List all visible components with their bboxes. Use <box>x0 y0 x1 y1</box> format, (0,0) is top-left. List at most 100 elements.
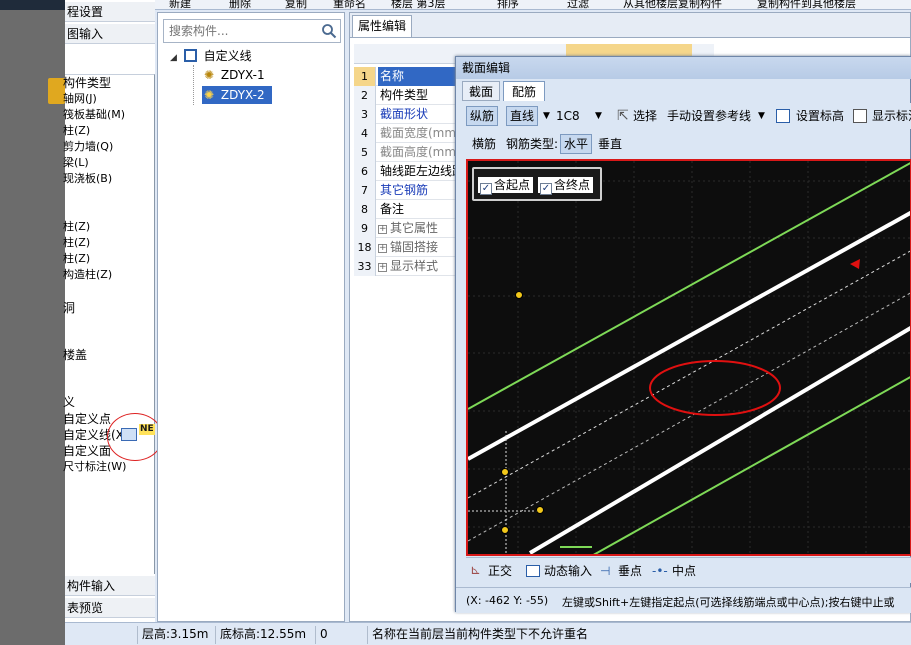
tab-rebar[interactable]: 配筋 <box>503 81 545 101</box>
tree-item[interactable]: 柱(Z) <box>63 124 90 138</box>
property-name-text: 截面形状 <box>380 107 429 121</box>
component-input-header[interactable]: 构件输入 <box>65 576 155 596</box>
sort-button[interactable]: 排序 <box>497 0 519 9</box>
property-row[interactable]: 4 截面宽度(mm) <box>354 124 464 143</box>
collapse-icon[interactable]: ◢ <box>170 53 177 63</box>
property-row-number: 33 <box>354 257 376 276</box>
rebar-spec-select[interactable]: 1C8 <box>556 106 580 126</box>
property-row[interactable]: 8 备注 <box>354 200 464 219</box>
property-row-name: 截面形状 <box>380 105 464 124</box>
floor-select[interactable]: 楼层 第3层 <box>391 0 446 9</box>
copy-from-floor-button[interactable]: 从其他楼层复制构件 <box>623 0 722 9</box>
floor-height: 层高:3.15m <box>137 626 208 644</box>
report-preview-header[interactable]: 表预览 <box>65 598 155 618</box>
chevron-down-icon[interactable]: ▼ <box>758 106 765 126</box>
delete-button[interactable]: 删除 <box>229 0 251 9</box>
dynamic-input-toggle[interactable]: 动态输入 <box>544 562 592 580</box>
property-row[interactable]: 1 名称 <box>354 67 464 86</box>
rename-button[interactable]: 重命名 <box>333 0 366 9</box>
new-button[interactable]: 新建 <box>169 0 191 9</box>
property-row[interactable]: 9 + 其它属性 <box>354 219 464 238</box>
operation-hint: 左键或Shift+左键指定起点(可选择线筋端点或中心点);按右键中止或 <box>562 596 895 609</box>
orthogonal-toggle[interactable]: 正交 <box>488 562 512 580</box>
tree-item[interactable]: 梁(L) <box>63 156 89 170</box>
tree-item[interactable]: 自定义面 <box>63 444 111 458</box>
dynamic-input-icon <box>526 565 540 577</box>
transverse-rebar-button[interactable]: 横筋 <box>472 134 496 154</box>
tree-item[interactable]: 尺寸标注(W) <box>63 460 126 474</box>
dialog-title: 截面编辑 <box>456 57 911 79</box>
white-rebar-lower <box>528 326 910 554</box>
component-tree: 构件类型 轴网(J) 筏板基础(M) 柱(Z) 剪力墙(Q) 梁(L) 现浇板(… <box>63 74 155 574</box>
tree-item[interactable]: 轴网(J) <box>63 92 97 106</box>
chevron-down-icon[interactable]: ▼ <box>543 106 550 126</box>
tab-property-edit[interactable]: 属性编辑 <box>352 15 412 37</box>
annotation-ellipse <box>649 360 781 416</box>
tree-child-zdyx-2[interactable]: ✺ ZDYX-2 <box>202 86 272 104</box>
drawing-canvas[interactable]: ✓ 含起点 ✓ 含终点 <box>466 159 911 556</box>
tree-item[interactable]: 构造柱(Z) <box>63 268 112 282</box>
tree-item[interactable]: 自定义点 <box>63 412 111 426</box>
label-icon <box>853 109 867 123</box>
property-row[interactable]: 7 其它钢筋 <box>354 181 464 200</box>
property-row-name: 其它钢筋 <box>380 181 464 200</box>
grid-lines <box>468 161 910 554</box>
expand-icon[interactable]: + <box>378 263 387 272</box>
property-tab-bar <box>350 13 910 38</box>
property-row[interactable]: 33 + 显示样式 <box>354 257 464 276</box>
tree-item[interactable]: 柱(Z) <box>63 236 90 250</box>
horizontal-button[interactable]: 水平 <box>560 134 593 154</box>
property-row-name: 截面高度(mm) <box>380 143 464 162</box>
left-nav-panel: 程设置 图输入 构件类型 轴网(J) 筏板基础(M) 柱(Z) 剪力墙(Q) 梁… <box>63 0 155 622</box>
tree-item[interactable]: 剪力墙(Q) <box>63 140 113 154</box>
base-elevation: 底标高:12.55m <box>215 626 306 644</box>
property-row[interactable]: 5 截面高度(mm) <box>354 143 464 162</box>
copy-to-floor-button[interactable]: 复制构件到其他楼层 <box>757 0 856 9</box>
tree-child-label: ZDYX-1 <box>220 68 265 82</box>
tree-item[interactable]: 义 <box>63 395 75 409</box>
tree-child-zdyx-1[interactable]: ✺ ZDYX-1 <box>204 66 265 84</box>
filter-button[interactable]: 过滤 <box>567 0 589 9</box>
copy-button[interactable]: 复制 <box>285 0 307 9</box>
tree-item[interactable]: 楼盖 <box>63 348 87 362</box>
longitudinal-rebar-button[interactable]: 纵筋 <box>466 106 499 126</box>
property-row[interactable]: 18 + 锚固搭接 <box>354 238 464 257</box>
chevron-down-icon[interactable]: ▼ <box>595 106 602 126</box>
tree-item[interactable]: 构件类型 <box>63 76 111 90</box>
search-input[interactable] <box>167 21 317 41</box>
rebar-type-label: 钢筋类型: <box>506 137 559 151</box>
expand-icon[interactable]: + <box>378 244 387 253</box>
white-rebar-upper <box>468 210 910 461</box>
show-label-button[interactable]: 显示标注 <box>872 106 911 126</box>
straight-line-button[interactable]: 直线 <box>506 106 539 126</box>
main-toolbar: 新建 删除 复制 重命名 楼层 第3层 排序 过滤 从其他楼层复制构件 复制构件… <box>155 0 911 10</box>
tree-item[interactable]: 柱(Z) <box>63 220 90 234</box>
midpoint-toggle[interactable]: 中点 <box>672 562 696 580</box>
tab-section[interactable]: 截面 <box>462 81 500 101</box>
orthogonal-icon: ⊾ <box>470 563 481 578</box>
vertical-button[interactable]: 垂直 <box>598 134 622 154</box>
checkbox-checked-icon: ✓ <box>480 183 492 195</box>
project-settings-header[interactable]: 程设置 <box>65 2 155 22</box>
tree-item[interactable]: 现浇板(B) <box>63 172 112 186</box>
canvas-drawing <box>468 161 910 554</box>
cursor-icon: ⇱ <box>617 108 629 124</box>
property-row[interactable]: 3 截面形状 <box>354 105 464 124</box>
property-row[interactable]: 2 构件类型 <box>354 86 464 105</box>
select-button[interactable]: 选择 <box>633 106 657 126</box>
property-row[interactable]: 6 轴线距左边线距离 <box>354 162 464 181</box>
include-end-point-checkbox[interactable]: ✓ 含终点 <box>538 177 594 195</box>
set-elevation-button[interactable]: 设置标高 <box>796 106 844 126</box>
tree-item[interactable]: 筏板基础(M) <box>63 108 125 122</box>
expand-icon[interactable]: + <box>378 225 387 234</box>
drawing-input-header[interactable]: 图输入 <box>65 24 155 44</box>
manual-reference-line-button[interactable]: 手动设置参考线 <box>667 106 751 126</box>
tree-item[interactable]: 洞 <box>63 301 75 315</box>
tree-item[interactable]: 柱(Z) <box>63 252 90 266</box>
property-name-text: 轴线距左边线距离 <box>380 164 464 178</box>
tree-root[interactable]: ◢ 自定义线 <box>170 47 252 65</box>
snap-point <box>501 526 509 534</box>
include-start-point-checkbox[interactable]: ✓ 含起点 <box>478 177 534 195</box>
search-icon[interactable] <box>321 23 337 39</box>
perpendicular-toggle[interactable]: 垂点 <box>618 562 642 580</box>
